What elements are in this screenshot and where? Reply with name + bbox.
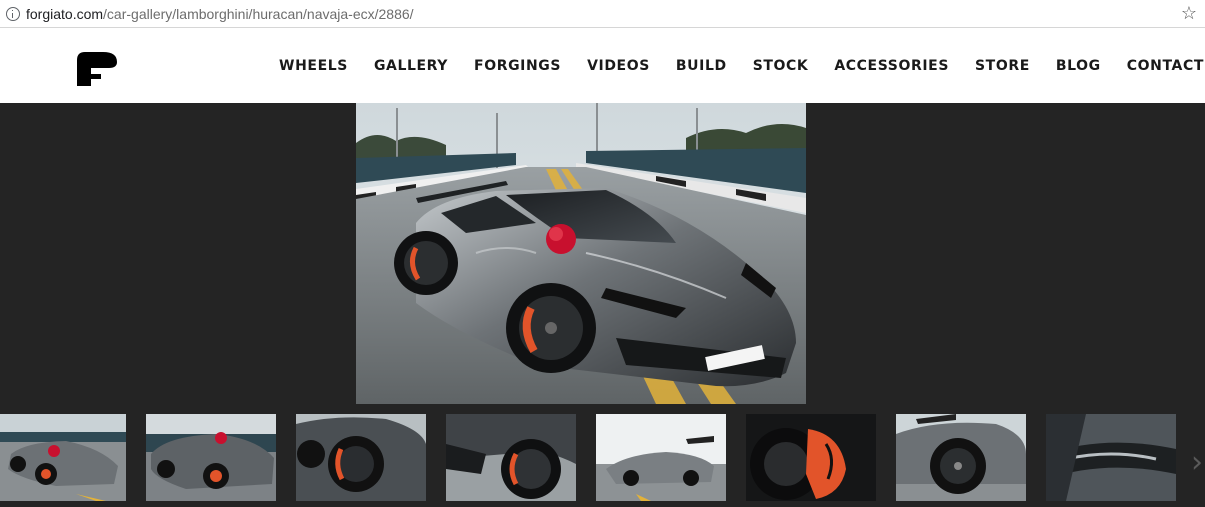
browser-address-bar[interactable]: forgiato.com/car-gallery/lamborghini/hur…: [0, 0, 1205, 28]
nav-build[interactable]: BUILD: [676, 58, 727, 74]
nav-store[interactable]: STORE: [975, 58, 1030, 74]
thumbnail-7[interactable]: [896, 414, 1026, 501]
thumbnail-2[interactable]: [146, 414, 276, 501]
url-host: forgiato.com: [26, 5, 104, 22]
main-gallery-photo[interactable]: [356, 103, 806, 404]
nav-accessories[interactable]: ACCESSORIES: [834, 58, 949, 74]
url-path: /car-gallery/lamborghini/huracan/navaja-…: [103, 5, 414, 22]
nav-wheels[interactable]: WHEELS: [279, 58, 348, 74]
forgiato-logo[interactable]: [73, 46, 121, 88]
thumbnail-strip: [0, 414, 1205, 501]
thumbnail-5[interactable]: [596, 414, 726, 501]
nav-blog[interactable]: BLOG: [1056, 58, 1101, 74]
nav-stock[interactable]: STOCK: [753, 58, 809, 74]
thumbnail-1[interactable]: [0, 414, 126, 501]
star-icon[interactable]: ☆: [1181, 3, 1197, 23]
site-header: WHEELS GALLERY FORGINGS VIDEOS BUILD STO…: [0, 28, 1205, 103]
nav-videos[interactable]: VIDEOS: [587, 58, 650, 74]
thumbnail-3[interactable]: [296, 414, 426, 501]
thumbnail-8[interactable]: [1046, 414, 1176, 501]
url-text[interactable]: forgiato.com/car-gallery/lamborghini/hur…: [26, 6, 414, 22]
nav-forgings[interactable]: FORGINGS: [474, 58, 561, 74]
nav-contact[interactable]: CONTACT: [1127, 58, 1204, 74]
info-icon[interactable]: [6, 6, 20, 21]
thumbnail-4[interactable]: [446, 414, 576, 501]
main-nav: WHEELS GALLERY FORGINGS VIDEOS BUILD STO…: [253, 28, 1205, 103]
nav-gallery[interactable]: GALLERY: [374, 58, 448, 74]
thumbnail-6[interactable]: [746, 414, 876, 501]
chevron-right-icon[interactable]: ›: [1191, 448, 1203, 478]
